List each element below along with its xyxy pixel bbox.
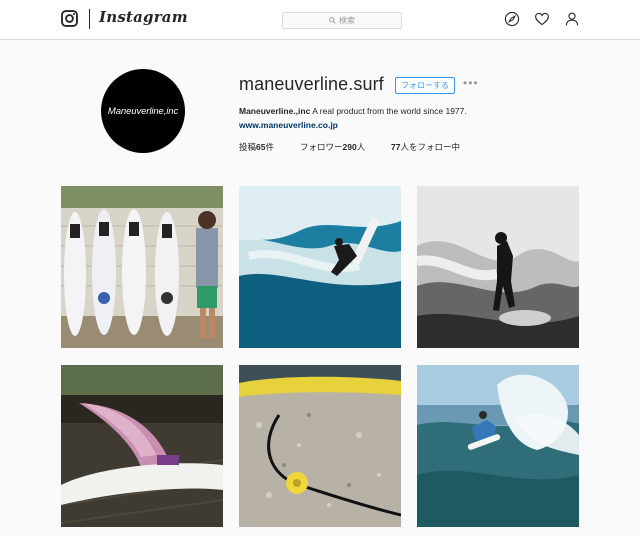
instagram-glyph-icon[interactable] — [61, 10, 78, 27]
profile-bio: Maneuverline.,inc A real product from th… — [239, 106, 467, 116]
post-tile-surfer-spray[interactable] — [417, 365, 579, 527]
bio-name: Maneuverline.,inc — [239, 106, 311, 116]
posts-suffix: 件 — [265, 142, 274, 152]
surfer-spray-photo — [417, 365, 579, 527]
profile-avatar[interactable]: Maneuverline,inc — [101, 69, 185, 153]
posts-count: 投稿65件 — [239, 141, 274, 153]
following-suffix: 人をフォロー中 — [400, 142, 460, 152]
post-tile-bw-surfer[interactable] — [417, 186, 579, 348]
logo-divider — [89, 9, 90, 29]
top-nav: Instagram 検索 — [0, 0, 640, 40]
profile-username: maneuverline.surf — [239, 74, 384, 94]
post-tile-fin[interactable] — [61, 365, 223, 527]
followers-count[interactable]: フォロワー290人 — [300, 141, 365, 153]
post-tile-surfer-wave[interactable] — [239, 186, 401, 348]
search-icon — [329, 17, 336, 24]
brand-wordmark[interactable]: Instagram — [99, 8, 188, 26]
heart-icon[interactable] — [534, 11, 550, 27]
posts-prefix: 投稿 — [239, 142, 257, 152]
user-icon[interactable] — [564, 11, 580, 27]
compass-icon[interactable] — [504, 11, 520, 27]
post-tile-leash[interactable] — [239, 365, 401, 527]
followers-prefix: フォロワー — [300, 142, 343, 152]
follow-button[interactable]: フォローする — [395, 77, 455, 94]
bio-text: A real product from the world since 1977… — [310, 106, 467, 116]
followers-suffix: 人 — [356, 142, 366, 152]
avatar-logo-text: Maneuverline,inc — [107, 105, 179, 117]
following-count[interactable]: 77人をフォロー中 — [391, 141, 460, 153]
post-tile-surfboards[interactable] — [61, 186, 223, 348]
surfboards-photo — [61, 186, 223, 348]
search-input[interactable]: 検索 — [282, 12, 402, 29]
fin-photo — [61, 365, 223, 527]
search-placeholder: 検索 — [339, 16, 355, 25]
surfer-wave-photo — [239, 186, 401, 348]
leash-photo — [239, 365, 401, 527]
more-options-icon[interactable]: ••• — [463, 76, 479, 90]
bw-surfer-photo — [417, 186, 579, 348]
profile-website-link[interactable]: www.maneuverline.co.jp — [239, 120, 338, 130]
followers-number: 290 — [342, 142, 357, 152]
